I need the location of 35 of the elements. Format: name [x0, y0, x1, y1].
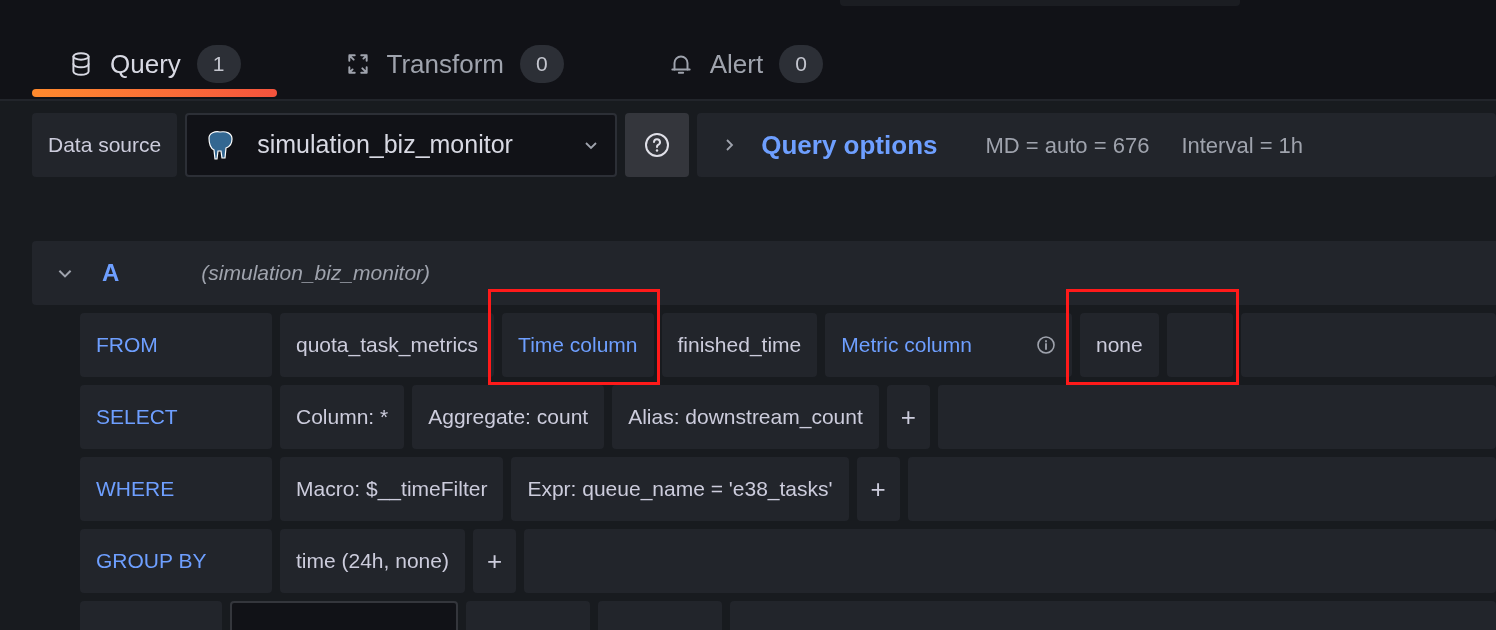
query-segment[interactable]: Column: *: [280, 385, 405, 449]
query-options-bar[interactable]: Query options MD = auto = 676 Interval = 1h: [697, 113, 1496, 177]
clause-label: GROUP BY: [80, 529, 272, 593]
query-source: (simulation_biz_monitor): [201, 260, 431, 287]
query-keyword[interactable]: Metric column: [825, 313, 1072, 377]
max-data-points: MD = auto = 676: [985, 131, 1150, 160]
tab[interactable]: Query 1: [32, 30, 277, 98]
query-keyword[interactable]: Time column: [502, 313, 654, 377]
query-segment[interactable]: quota_task_metrics: [280, 313, 495, 377]
add-button[interactable]: +: [472, 529, 517, 593]
query-segment[interactable]: Macro: $__timeFilter: [280, 457, 504, 521]
data-source-label: Data source: [32, 113, 178, 177]
query-segment[interactable]: finished_time: [661, 313, 818, 377]
count-badge: 0: [520, 45, 564, 83]
clause-label: SELECT: [80, 385, 272, 449]
help-button[interactable]: [625, 113, 690, 177]
query-segment[interactable]: Expr: queue_name = 'e38_tasks': [511, 457, 849, 521]
help-icon: [643, 131, 672, 159]
data-source-select[interactable]: simulation_biz_monitor: [185, 113, 618, 177]
query-segment[interactable]: Alias: downstream_count: [612, 385, 879, 449]
add-button[interactable]: +: [856, 457, 900, 521]
query-segment[interactable]: none: [1079, 313, 1159, 377]
add-button[interactable]: +: [886, 385, 930, 449]
query-options-label[interactable]: Query options: [761, 125, 938, 165]
interval-text: Interval = 1h: [1181, 131, 1304, 160]
query-segment[interactable]: Aggregate: count: [412, 385, 605, 449]
tab[interactable]: Alert 0: [631, 30, 859, 98]
clause-label: FROM: [80, 313, 272, 377]
query-header[interactable]: A (simulation_biz_monitor): [32, 241, 1496, 305]
query-segment[interactable]: time (24h, none): [280, 529, 465, 593]
count-badge: 1: [196, 45, 241, 83]
clause-label: WHERE: [80, 457, 272, 521]
query-letter: A: [102, 258, 120, 288]
count-badge: 0: [779, 45, 823, 83]
tab[interactable]: Transform 0: [308, 30, 600, 98]
